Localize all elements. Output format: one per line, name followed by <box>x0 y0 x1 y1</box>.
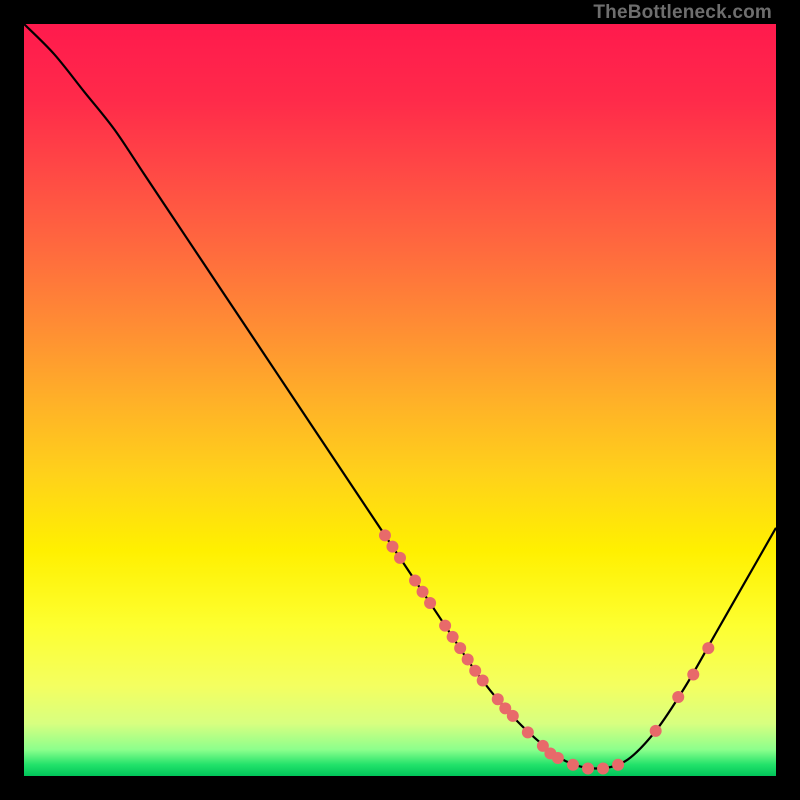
chart-marker <box>379 529 391 541</box>
chart-marker <box>597 762 609 774</box>
chart-marker <box>439 620 451 632</box>
watermark-text: TheBottleneck.com <box>593 2 772 24</box>
chart-marker <box>462 653 474 665</box>
chart-svg <box>24 24 776 776</box>
chart-marker <box>469 665 481 677</box>
chart-marker <box>552 752 564 764</box>
chart-marker <box>702 642 714 654</box>
chart-marker <box>522 726 534 738</box>
chart-marker <box>477 674 489 686</box>
chart-marker <box>687 668 699 680</box>
chart-marker <box>454 642 466 654</box>
chart-marker <box>409 574 421 586</box>
chart-marker <box>394 552 406 564</box>
chart-background <box>24 24 776 776</box>
chart-frame <box>24 24 776 776</box>
chart-marker <box>386 541 398 553</box>
chart-marker <box>507 710 519 722</box>
chart-marker <box>650 725 662 737</box>
chart-marker <box>567 759 579 771</box>
chart-marker <box>424 597 436 609</box>
chart-marker <box>447 631 459 643</box>
chart-marker <box>672 691 684 703</box>
chart-marker <box>417 586 429 598</box>
chart-marker <box>612 759 624 771</box>
chart-marker <box>582 762 594 774</box>
